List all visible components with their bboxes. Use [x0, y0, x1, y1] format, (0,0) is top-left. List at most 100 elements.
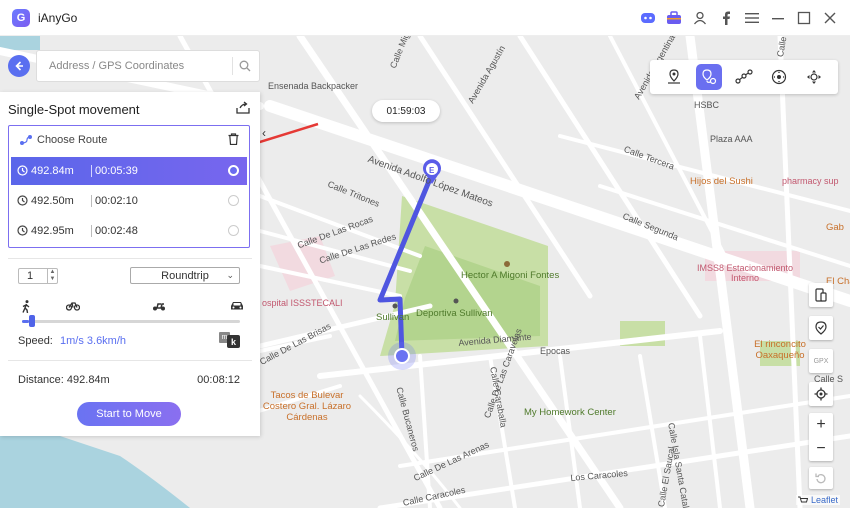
speed-slider-fill — [22, 320, 29, 323]
map-label: Sullivan — [376, 312, 410, 323]
route-time: 00:02:10 — [95, 195, 138, 207]
title-bar: G iAnyGo — [0, 0, 850, 36]
distance-label: Distance: 492.84m — [18, 374, 110, 386]
multi-spot-icon[interactable] — [731, 64, 757, 90]
panel-title: Single-Spot movement — [8, 102, 140, 117]
zoom-out-button[interactable]: − — [809, 437, 833, 461]
single-spot-icon[interactable] — [695, 64, 722, 90]
gpx-label: GPX — [813, 357, 829, 365]
choose-route-label: Choose Route — [37, 134, 108, 146]
map-label: Tacos de Bulevar Costero Gral. Lázaro Cá… — [262, 390, 352, 423]
route-end-label: E — [429, 166, 435, 175]
route-radio[interactable] — [228, 225, 239, 236]
map-label: Gab — [826, 222, 844, 233]
discord-icon[interactable] — [640, 10, 656, 26]
collapse-panel-icon[interactable]: ‹ — [262, 126, 266, 140]
choose-route[interactable]: Choose Route — [9, 126, 249, 154]
unit-toggle[interactable]: m k — [219, 332, 241, 348]
map-label: Hector A Migoni Fontes — [461, 270, 560, 281]
car-icon[interactable] — [230, 300, 244, 314]
route-distance: 492.95m — [31, 225, 74, 237]
divider — [8, 360, 252, 361]
route-time: 00:05:39 — [95, 165, 138, 177]
search-bar — [8, 50, 260, 82]
map-attribution[interactable]: Leaflet — [795, 495, 840, 505]
zoom-in-button[interactable]: + — [809, 413, 833, 437]
map-label: HSBC — [694, 100, 720, 110]
toolbox-icon[interactable] — [666, 10, 682, 26]
search-input[interactable] — [49, 60, 226, 72]
mode-bar — [650, 60, 838, 94]
jump-teleport-icon[interactable] — [801, 64, 827, 90]
joystick-icon[interactable] — [766, 64, 792, 90]
map-label: My Homework Center — [524, 407, 616, 418]
user-icon[interactable] — [692, 10, 708, 26]
maximize-icon[interactable] — [796, 10, 812, 26]
map-label: Deportiva Sullivan — [416, 308, 493, 319]
speed-label: Speed: — [18, 335, 53, 347]
gpx-button[interactable]: GPX — [809, 349, 833, 373]
favorite-location-icon[interactable] — [809, 316, 833, 340]
route-separator — [91, 165, 92, 177]
map-label: Epocas — [540, 346, 571, 356]
route-distance-icon — [17, 195, 28, 206]
scooter-icon[interactable] — [152, 300, 166, 314]
teleport-icon[interactable] — [661, 64, 687, 90]
route-separator — [91, 225, 92, 237]
route-distance-icon — [17, 225, 28, 236]
facebook-icon[interactable] — [718, 10, 734, 26]
total-time: 00:08:12 — [197, 374, 240, 386]
movement-panel: Single-Spot movement Choose Route 492.84… — [0, 92, 260, 436]
map-label: pharmacy sup — [782, 176, 839, 186]
trip-mode-value: Roundtrip — [161, 269, 209, 282]
start-to-move-button[interactable]: Start to Move — [77, 402, 181, 426]
repeat-count-stepper[interactable]: 1 ▲ ▼ — [18, 268, 58, 284]
search-icon[interactable] — [239, 60, 251, 72]
walk-icon[interactable] — [20, 300, 32, 316]
bike-icon[interactable] — [65, 300, 81, 314]
close-icon[interactable] — [822, 10, 838, 26]
route-option-2[interactable]: 492.50m 00:02:10 — [11, 187, 247, 215]
export-icon[interactable] — [236, 101, 250, 117]
route-option-3[interactable]: 492.95m 00:02:48 — [11, 217, 247, 245]
route-time: 00:02:48 — [95, 225, 138, 237]
speed-slider-track[interactable] — [22, 320, 240, 323]
leaflet-link[interactable]: Leaflet — [811, 495, 838, 505]
map-label: El rinconcito Oaxaqueño — [754, 339, 806, 361]
map-label: ospital ISSSTECALI — [262, 298, 343, 308]
route-icon — [20, 135, 32, 145]
search-divider — [232, 57, 233, 75]
cooldown-timer: 01:59:03 — [372, 100, 440, 122]
arrow-left-icon — [15, 61, 23, 71]
route-radio[interactable] — [228, 195, 239, 206]
route-option-1[interactable]: 492.84m 00:05:39 — [11, 157, 247, 185]
route-distance-icon — [17, 165, 28, 176]
search-box — [36, 50, 260, 82]
route-distance: 492.84m — [31, 165, 74, 177]
app-name: iAnyGo — [38, 10, 78, 25]
speed-value: 1m/s 3.6km/h — [60, 335, 127, 347]
map-label: IMSS8 Estacionamiento Interno — [696, 263, 794, 283]
trash-icon[interactable] — [228, 133, 239, 148]
trip-mode-select[interactable]: Roundtrip ⌄ — [130, 267, 240, 284]
speed-slider-handle[interactable] — [28, 315, 35, 327]
cart-icon — [797, 496, 808, 503]
unit-k: k — [227, 335, 240, 348]
divider — [8, 258, 252, 259]
logo-letter: G — [16, 11, 26, 24]
locate-me-icon[interactable] — [809, 382, 833, 406]
app-logo: G — [12, 8, 30, 27]
map-label: Plaza AAA — [710, 134, 753, 144]
route-radio[interactable] — [228, 165, 239, 176]
stepper-arrows[interactable]: ▲ ▼ — [47, 269, 57, 283]
menu-icon[interactable] — [744, 10, 760, 26]
route-separator — [91, 195, 92, 207]
repeat-count-value: 1 — [27, 270, 34, 282]
route-distance: 492.50m — [31, 195, 74, 207]
zoom-control: + − — [809, 413, 833, 461]
map-label: Ensenada Backpacker — [268, 81, 359, 91]
device-icon[interactable] — [809, 283, 833, 307]
undo-icon[interactable] — [809, 467, 833, 489]
minimize-icon[interactable] — [770, 10, 786, 26]
back-button[interactable] — [8, 55, 30, 77]
